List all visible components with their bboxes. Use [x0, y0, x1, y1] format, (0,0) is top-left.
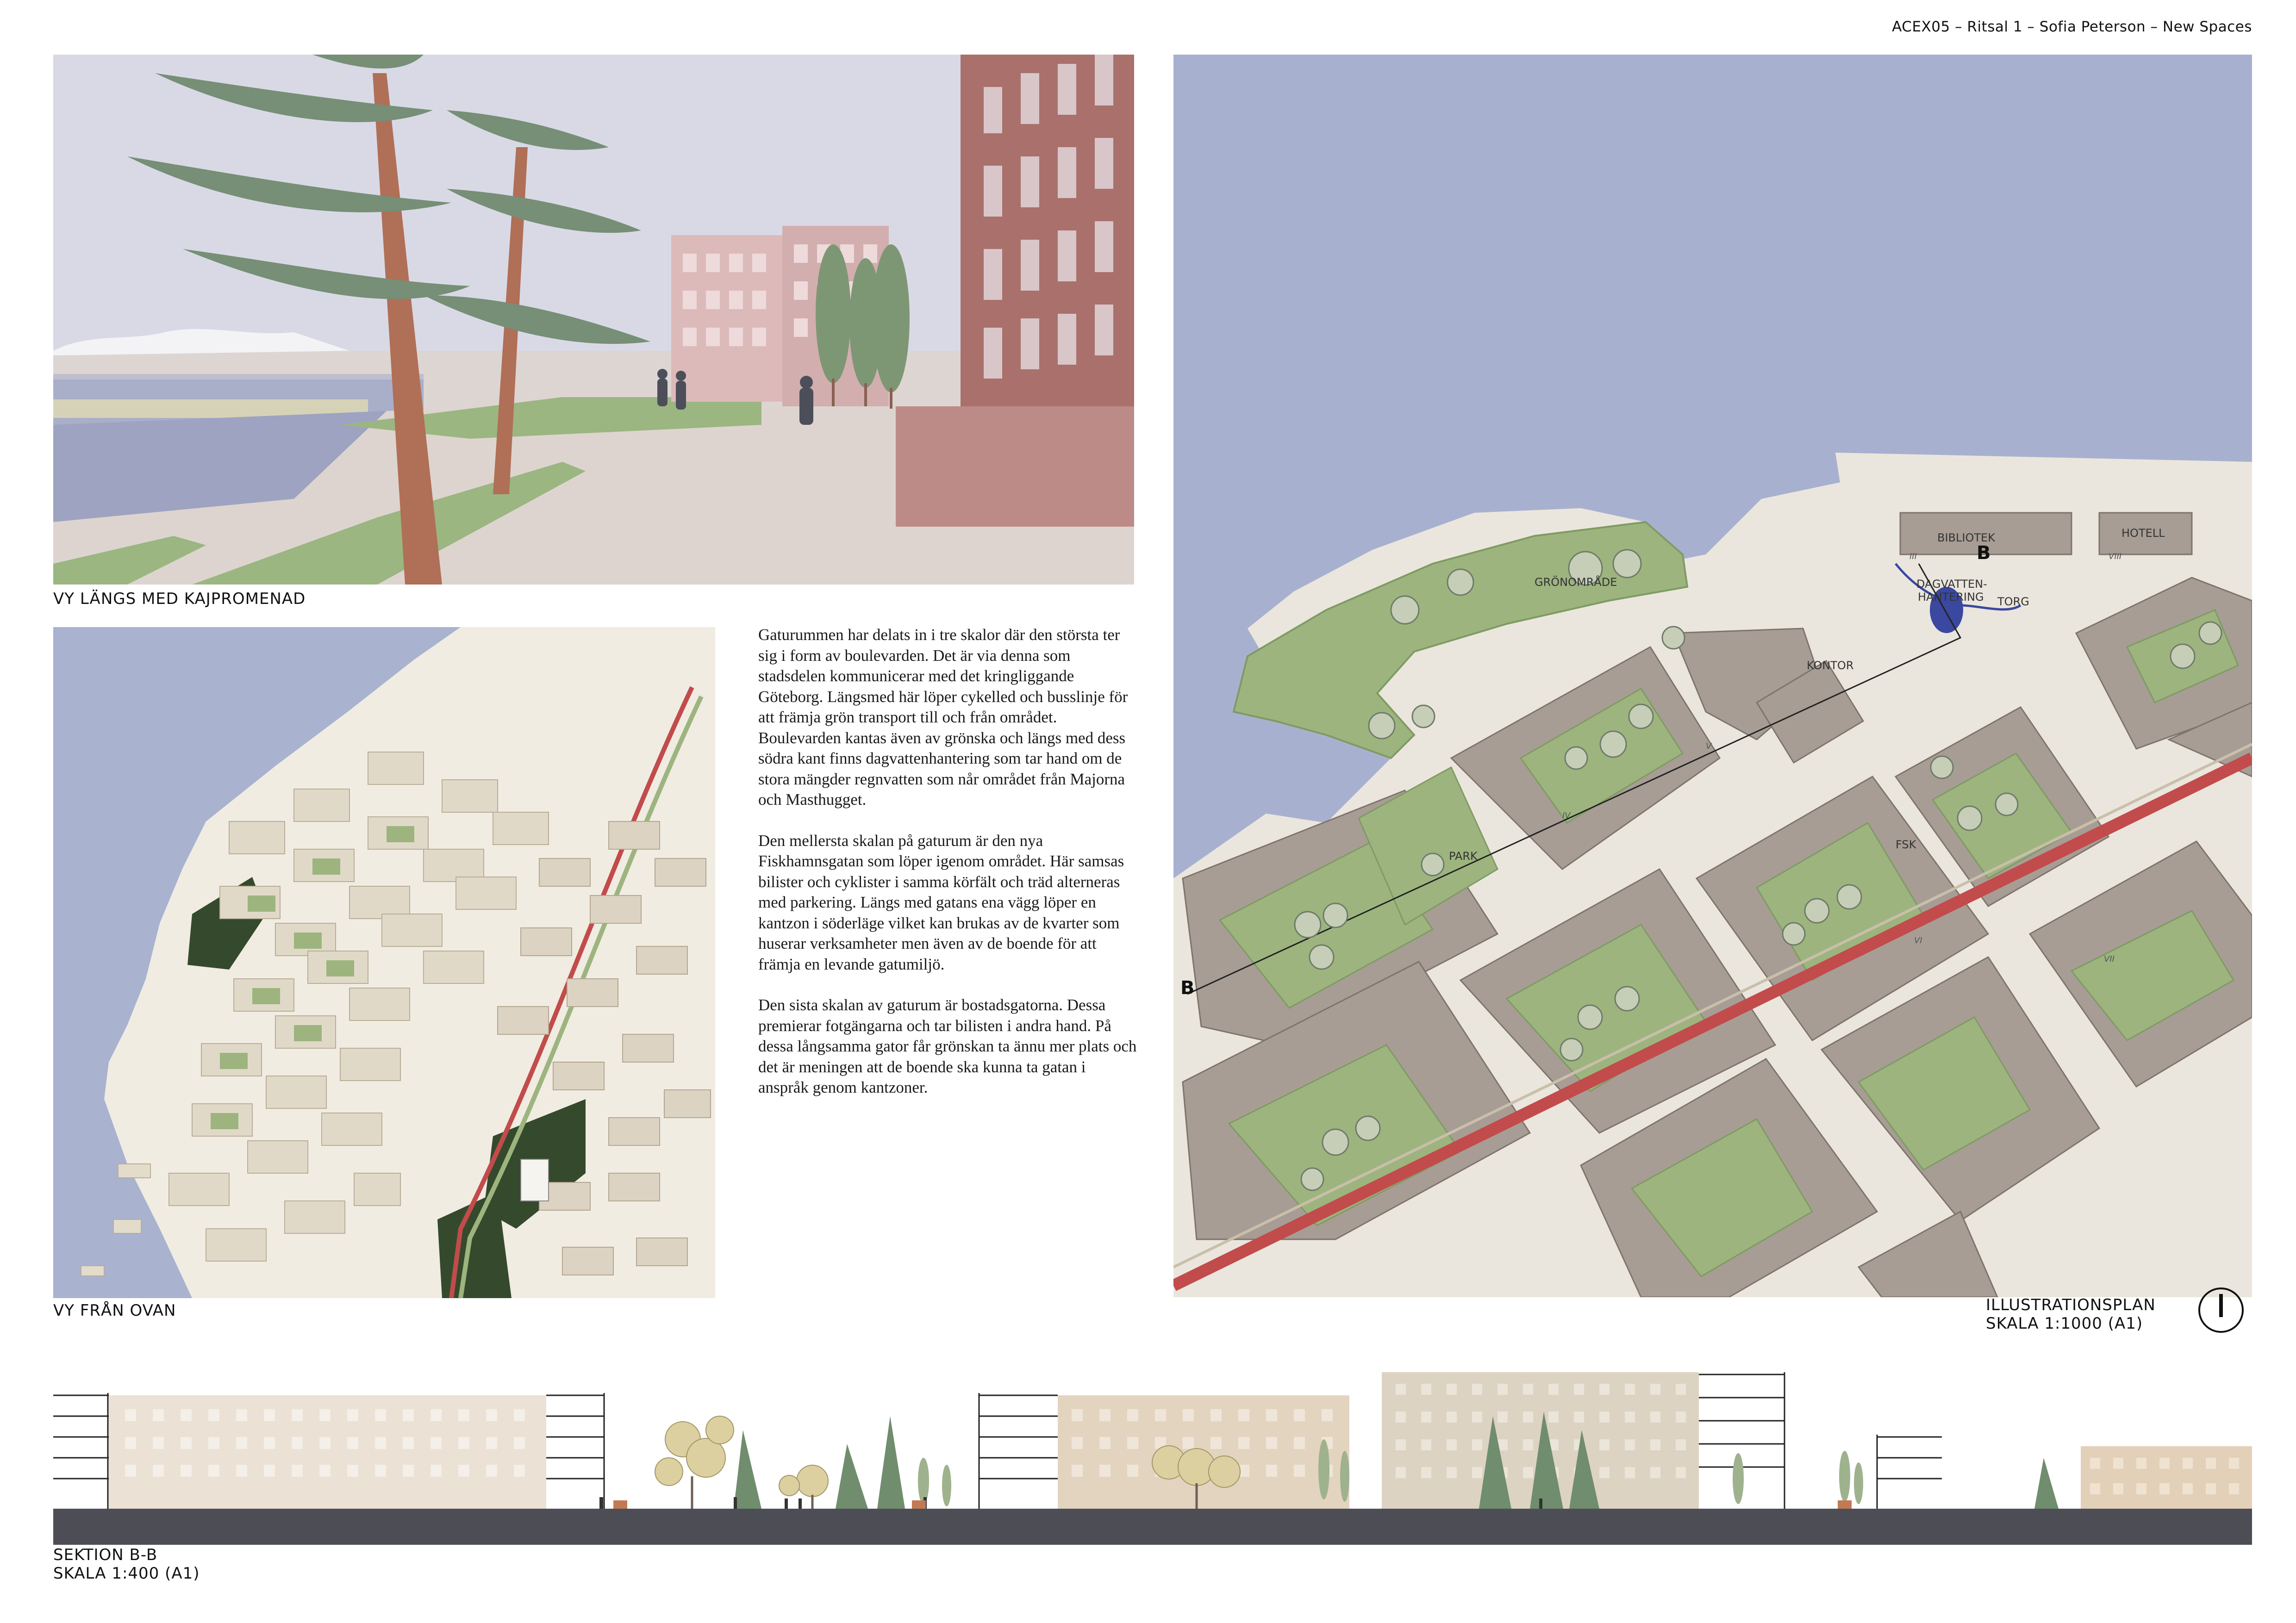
north-arrow-icon — [2198, 1287, 2244, 1333]
svg-text:VIII: VIII — [2109, 552, 2121, 561]
label-dagvatten-1: DAGVATTEN- — [1916, 578, 1987, 591]
sheet-header: ACEX05 – Ritsal 1 – Sofia Peterson – New… — [1892, 19, 2252, 35]
paragraph-bostadsgator: Den sista skalan av gaturum är bostadsga… — [758, 996, 1137, 1096]
label-gronomrade: GRÖNOMRÅDE — [1535, 575, 1617, 589]
paragraph-boulevard: Gaturummen har delats in i tre skalor dä… — [758, 626, 1128, 808]
label-hotell: HOTELL — [2121, 527, 2165, 540]
caption-plan-title: ILLUSTRATIONSPLAN — [1986, 1296, 2156, 1314]
label-kontor: KONTOR — [1807, 659, 1854, 672]
label-torg: TORG — [1997, 595, 2029, 608]
section-mark-b-left: B — [1180, 977, 1195, 999]
paragraph-fiskhamnsgatan: Den mellersta skalan på gaturum är den n… — [758, 831, 1124, 973]
svg-text:VII: VII — [2104, 954, 2115, 964]
label-fsk: FSK — [1896, 838, 1917, 851]
description-text: Gaturummen har delats in i tre skalor dä… — [758, 625, 1138, 1119]
label-dagvatten-2: HANTERING — [1918, 591, 1984, 603]
svg-text:V: V — [1706, 741, 1712, 751]
svg-text:VI: VI — [1914, 936, 1922, 945]
illustration-plan: BIBLIOTEK HOTELL DAGVATTEN- HANTERING TO… — [1173, 55, 2252, 1297]
svg-text:III: III — [1909, 552, 1917, 561]
svg-text:IV: IV — [1562, 811, 1571, 821]
label-park: PARK — [1449, 850, 1478, 863]
caption-section-scale: SKALA 1:400 (A1) — [53, 1564, 200, 1583]
caption-section-title: SEKTION B-B — [53, 1546, 158, 1564]
section-mark-b-top: B — [1977, 542, 1991, 564]
caption-view-above: VY FRÅN OVAN — [53, 1301, 176, 1320]
view-promenade-image — [53, 55, 1134, 585]
caption-view-promenade: VY LÄNGS MED KAJPROMENAD — [53, 590, 306, 608]
caption-plan-scale: SKALA 1:1000 (A1) — [1986, 1314, 2143, 1333]
view-above-image — [53, 627, 715, 1298]
section-drawing — [53, 1372, 2252, 1545]
